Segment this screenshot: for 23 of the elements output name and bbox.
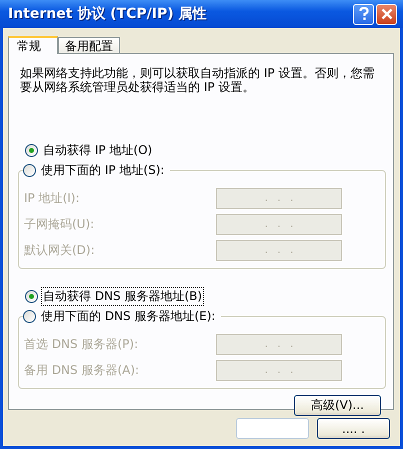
radio-button[interactable] bbox=[23, 310, 36, 322]
close-icon bbox=[380, 8, 392, 20]
field-label: 备用 DNS 服务器(A): bbox=[24, 362, 140, 379]
field-label: 首选 DNS 服务器(P): bbox=[24, 336, 138, 353]
radio-button[interactable] bbox=[25, 290, 38, 302]
description-text: 如果网络支持此功能，则可以获取自动指派的 IP 设置。否则，您需要从网络系统管理员处获得适当的 IP 设置。 bbox=[20, 66, 376, 94]
radio-button[interactable] bbox=[23, 164, 36, 176]
field-label: 默认网关(D): bbox=[24, 242, 95, 259]
advanced-button[interactable]: 高级(V)... bbox=[294, 395, 381, 416]
tab[interactable]: 备用配置 bbox=[58, 37, 120, 53]
radio-option[interactable]: 自动获得 DNS 服务器地址(B) bbox=[25, 287, 383, 305]
dialog-button[interactable]: .... . bbox=[317, 418, 390, 439]
help-button[interactable] bbox=[353, 4, 374, 24]
radio-option[interactable]: 使用下面的 IP 地址(S): bbox=[23, 161, 170, 179]
field-label: 子网掩码(U): bbox=[24, 216, 94, 233]
help-icon bbox=[358, 7, 368, 21]
tab[interactable]: 常规 bbox=[8, 36, 58, 54]
radio-option[interactable]: 自动获得 IP 地址(O) bbox=[25, 141, 383, 159]
window-title: Internet 协议 (TCP/IP) 属性 bbox=[8, 5, 207, 23]
radio-button[interactable] bbox=[25, 144, 38, 156]
radio-option[interactable]: 使用下面的 DNS 服务器地址(E): bbox=[23, 307, 222, 325]
close-button[interactable] bbox=[376, 4, 397, 24]
field-label: IP 地址(I): bbox=[24, 190, 80, 207]
